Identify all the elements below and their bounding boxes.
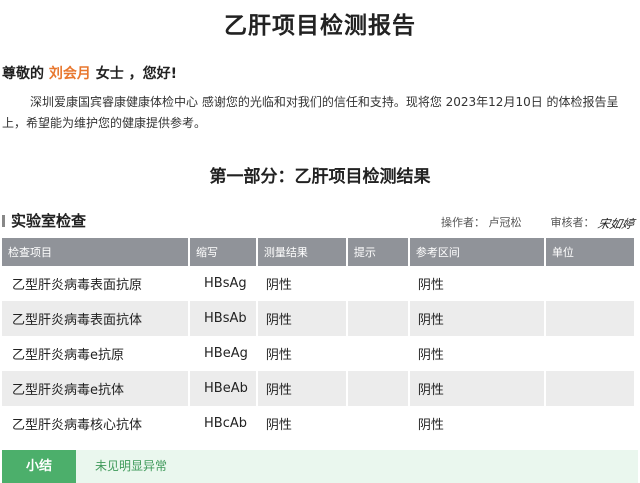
cell-unit xyxy=(545,336,634,371)
table-header-row: 检查项目 缩写 测量结果 提示 参考区间 单位 xyxy=(2,238,634,266)
section-title: 第一部分：乙肝项目检测结果 xyxy=(209,167,431,187)
patient-name: 刘会月 xyxy=(48,66,91,82)
cell-hint xyxy=(347,336,408,371)
cell-item: 乙型肝炎病毒e抗体 xyxy=(2,371,189,406)
cell-result: 阴性 xyxy=(257,336,346,371)
header-item: 检查项目 xyxy=(2,238,189,266)
summary-label: 小结 xyxy=(2,450,76,483)
cell-reference: 阴性 xyxy=(409,266,544,301)
cell-item: 乙型肝炎病毒核心抗体 xyxy=(2,406,189,441)
lab-section-title: 实验室检查 xyxy=(11,212,87,230)
cell-reference: 阴性 xyxy=(409,406,544,441)
operator-label: 操作者： xyxy=(440,216,485,229)
intro-paragraph: 深圳爱康国宾睿康健康体检中心 感谢您的光临和对我们的信任和支持。现将您 2023… xyxy=(2,95,619,130)
cell-hint xyxy=(347,266,408,301)
header-abbr: 缩写 xyxy=(190,238,256,266)
cell-abbr: HBeAg xyxy=(190,336,256,371)
cell-unit xyxy=(545,371,634,406)
summary-text: 未见明显异常 xyxy=(95,459,168,473)
cell-hint xyxy=(347,406,408,441)
table-row: 乙型肝炎病毒表面抗体 HBsAb 阴性 阴性 xyxy=(2,301,634,336)
section-marker-bar xyxy=(2,215,5,227)
cell-reference: 阴性 xyxy=(409,301,544,336)
cell-item: 乙型肝炎病毒表面抗体 xyxy=(2,301,189,336)
cell-abbr: HBsAg xyxy=(190,266,256,301)
greeting: 尊敬的 刘会月 女士 ，您好! xyxy=(2,63,177,83)
cell-abbr: HBsAb xyxy=(190,301,256,336)
lab-meta: 操作者： 卢冠松 审核者： 宋如婷 xyxy=(440,214,636,232)
cell-abbr: HBeAb xyxy=(190,371,256,406)
cell-unit xyxy=(545,266,634,301)
greeting-prefix: 尊敬的 xyxy=(2,66,44,82)
cell-item: 乙型肝炎病毒e抗原 xyxy=(2,336,189,371)
cell-abbr: HBcAb xyxy=(190,406,256,441)
cell-result: 阴性 xyxy=(257,371,346,406)
cell-result: 阴性 xyxy=(257,406,346,441)
cell-hint xyxy=(347,301,408,336)
results-table: 检查项目 缩写 测量结果 提示 参考区间 单位 乙型肝炎病毒表面抗原 HBsAg… xyxy=(0,238,636,441)
table-row: 乙型肝炎病毒核心抗体 HBcAb 阴性 阴性 xyxy=(2,406,634,441)
cell-item: 乙型肝炎病毒表面抗原 xyxy=(2,266,189,301)
header-result: 测量结果 xyxy=(257,238,346,266)
header-unit: 单位 xyxy=(545,238,634,266)
cell-reference: 阴性 xyxy=(409,371,544,406)
table-row: 乙型肝炎病毒e抗体 HBeAb 阴性 阴性 xyxy=(2,371,634,406)
operator-name: 卢冠松 xyxy=(488,216,522,229)
cell-reference: 阴性 xyxy=(409,336,544,371)
greeting-suffix: 女士 ，您好! xyxy=(95,66,178,82)
cell-unit xyxy=(545,406,634,441)
reviewer-label: 审核者： xyxy=(550,216,595,229)
reviewer-signature: 宋如婷 xyxy=(596,216,636,231)
cell-result: 阴性 xyxy=(257,266,346,301)
cell-unit xyxy=(545,301,634,336)
lab-section-header: 实验室检查 操作者： 卢冠松 审核者： 宋如婷 xyxy=(2,210,638,232)
header-reference: 参考区间 xyxy=(409,238,544,266)
report-title: 乙肝项目检测报告 xyxy=(224,13,416,39)
summary-bar: 小结 未见明显异常 xyxy=(2,450,638,483)
table-row: 乙型肝炎病毒e抗原 HBeAg 阴性 阴性 xyxy=(2,336,634,371)
cell-result: 阴性 xyxy=(257,301,346,336)
cell-hint xyxy=(347,371,408,406)
header-hint: 提示 xyxy=(347,238,408,266)
table-row: 乙型肝炎病毒表面抗原 HBsAg 阴性 阴性 xyxy=(2,266,634,301)
